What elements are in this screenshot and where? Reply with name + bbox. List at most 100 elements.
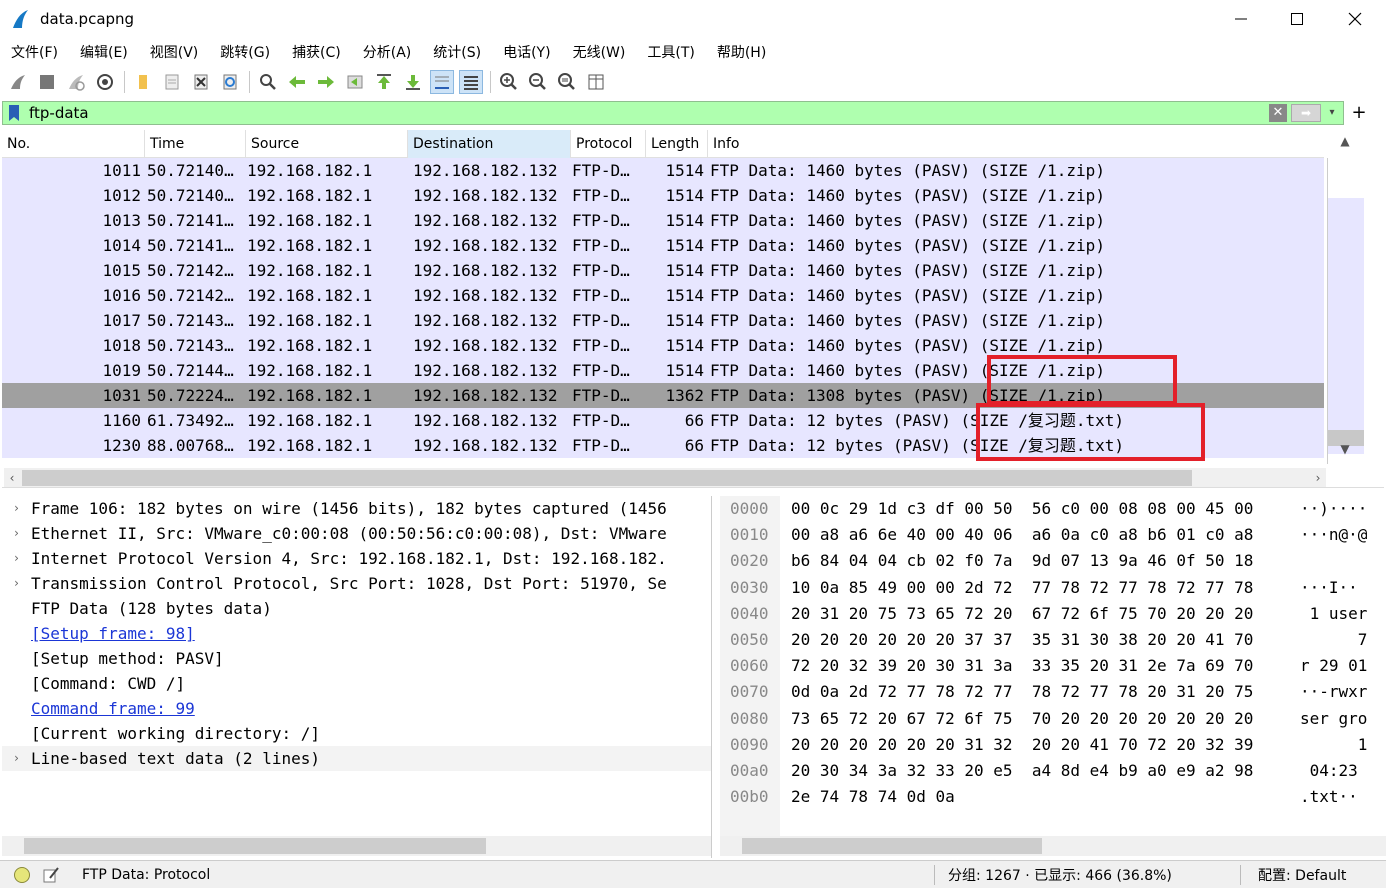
hex-row[interactable]: 00b0 2e 74 78 74 0d 0a .txt·· — [720, 784, 1380, 810]
hex-row[interactable]: 0010 00 a8 a6 6e 40 00 40 06 a6 0a c0 a8 … — [720, 522, 1380, 548]
hex-row[interactable]: 00a0 20 30 34 3a 32 33 20 e5 a4 8d e4 b9 … — [720, 758, 1380, 784]
stop-capture-button[interactable] — [35, 70, 59, 94]
maximize-button[interactable] — [1268, 0, 1326, 38]
expand-arrow-icon[interactable]: › — [2, 521, 31, 546]
column-header-source[interactable]: Source — [246, 130, 408, 158]
detail-row[interactable]: › Internet Protocol Version 4, Src: 192.1… — [2, 546, 711, 571]
packet-list-vscroll[interactable]: ▲ ▼ — [1326, 130, 1364, 466]
expand-arrow-icon[interactable]: › — [2, 546, 31, 571]
detail-row[interactable]: › Ethernet II, Src: VMware_c0:00:08 (00:5… — [2, 521, 711, 546]
go-forward-button[interactable] — [314, 70, 338, 94]
resize-columns-button[interactable] — [584, 70, 608, 94]
scroll-down-icon[interactable]: ▼ — [1326, 438, 1364, 460]
scroll-left-icon[interactable]: ‹ — [4, 468, 20, 487]
menu-telephony[interactable]: 电话(Y) — [492, 42, 561, 62]
menu-analyze[interactable]: 分析(A) — [352, 42, 423, 62]
autoscroll-button[interactable] — [430, 70, 454, 94]
detail-row[interactable]: Command frame: 99 — [2, 696, 711, 721]
packet-row[interactable]: 1014 50.72141… 192.168.182.1 192.168.182.13… — [2, 233, 1324, 258]
zoom-normal-button[interactable] — [555, 70, 579, 94]
restart-capture-button[interactable] — [64, 70, 88, 94]
go-back-button[interactable] — [285, 70, 309, 94]
close-button[interactable] — [1326, 0, 1384, 38]
menu-view[interactable]: 视图(V) — [139, 42, 210, 62]
hscroll-thumb[interactable] — [742, 838, 1042, 854]
apply-filter-button[interactable]: ➡ — [1291, 104, 1321, 122]
menu-capture[interactable]: 捕获(C) — [281, 42, 352, 62]
bytes-hscroll[interactable] — [720, 836, 1386, 856]
column-header-time[interactable]: Time — [145, 130, 246, 158]
edit-comment-icon[interactable] — [42, 866, 60, 884]
start-capture-button[interactable] — [6, 70, 30, 94]
file-button[interactable] — [160, 70, 184, 94]
column-header-info[interactable]: Info — [708, 130, 1324, 158]
reload-button[interactable] — [218, 70, 242, 94]
close-file-button[interactable] — [189, 70, 213, 94]
hex-row[interactable]: 0000 00 0c 29 1d c3 df 00 50 56 c0 00 08 … — [720, 496, 1380, 522]
packet-row[interactable]: 1013 50.72141… 192.168.182.1 192.168.182.13… — [2, 208, 1324, 233]
add-filter-button[interactable]: + — [1349, 101, 1369, 125]
scroll-up-icon[interactable]: ▲ — [1326, 130, 1364, 152]
hex-row[interactable]: 0060 72 20 32 39 20 30 31 3a 33 35 20 31 … — [720, 653, 1380, 679]
column-header-no[interactable]: No. — [2, 130, 145, 158]
hex-row[interactable]: 0090 20 20 20 20 20 20 31 32 20 20 41 70 … — [720, 732, 1380, 758]
find-packet-button[interactable] — [256, 70, 280, 94]
first-packet-button[interactable] — [372, 70, 396, 94]
detail-link[interactable]: Command frame: 99 — [31, 696, 195, 721]
column-header-protocol[interactable]: Protocol — [571, 130, 646, 158]
hscroll-thumb[interactable] — [24, 838, 486, 854]
packet-row[interactable]: 1017 50.72143… 192.168.182.1 192.168.182.13… — [2, 308, 1324, 333]
column-header-destination[interactable]: Destination — [408, 130, 571, 158]
detail-row[interactable]: › Frame 106: 182 bytes on wire (1456 bits… — [2, 496, 711, 521]
menu-go[interactable]: 跳转(G) — [209, 42, 281, 62]
detail-row[interactable]: [Command: CWD /] — [2, 671, 711, 696]
hex-row[interactable]: 0020 b6 84 04 04 cb 02 f0 7a 9d 07 13 9a … — [720, 548, 1380, 574]
detail-row[interactable]: FTP Data (128 bytes data) — [2, 596, 711, 621]
menu-statistics[interactable]: 统计(S) — [422, 42, 492, 62]
menu-help[interactable]: 帮助(H) — [706, 42, 777, 62]
hex-row[interactable]: 0040 20 31 20 75 73 65 72 20 67 72 6f 75 … — [720, 601, 1380, 627]
packet-row[interactable]: 1016 50.72142… 192.168.182.1 192.168.182.13… — [2, 283, 1324, 308]
packet-row[interactable]: 1011 50.72140… 192.168.182.1 192.168.182.13… — [2, 158, 1324, 183]
status-bar: FTP Data: Protocol 分组: 1267 · 已显示: 466 (… — [0, 860, 1386, 888]
capture-options-button[interactable] — [93, 70, 117, 94]
zoom-in-button[interactable] — [497, 70, 521, 94]
hex-row[interactable]: 0070 0d 0a 2d 72 77 78 72 77 78 72 77 78 … — [720, 679, 1380, 705]
menu-wireless[interactable]: 无线(W) — [562, 42, 637, 62]
open-file-button[interactable] — [131, 70, 155, 94]
menu-file[interactable]: 文件(F) — [0, 42, 69, 62]
detail-link[interactable]: [Setup frame: 98] — [31, 621, 195, 646]
scroll-right-icon[interactable]: › — [1310, 468, 1326, 487]
details-hscroll[interactable] — [2, 836, 711, 856]
packet-row[interactable]: 1015 50.72142… 192.168.182.1 192.168.182.13… — [2, 258, 1324, 283]
detail-row[interactable]: [Setup frame: 98] — [2, 621, 711, 646]
expert-info-icon[interactable] — [14, 866, 30, 883]
column-header-length[interactable]: Length — [646, 130, 708, 158]
display-filter-input[interactable] — [29, 104, 1229, 122]
detail-row[interactable]: [Current working directory: /] — [2, 721, 711, 746]
zoom-out-button[interactable] — [526, 70, 550, 94]
hex-row[interactable]: 0030 10 0a 85 49 00 00 2d 72 77 78 72 77 … — [720, 575, 1380, 601]
detail-row[interactable]: › Transmission Control Protocol, Src Port… — [2, 571, 711, 596]
last-packet-button[interactable] — [401, 70, 425, 94]
menu-tools[interactable]: 工具(T) — [636, 42, 705, 62]
packet-row[interactable]: 1012 50.72140… 192.168.182.1 192.168.182.13… — [2, 183, 1324, 208]
expand-arrow-icon[interactable]: › — [2, 571, 31, 596]
expand-arrow-icon[interactable]: › — [2, 496, 31, 521]
expand-arrow-icon[interactable]: › — [2, 746, 31, 771]
clear-filter-button[interactable]: ✕ — [1269, 104, 1287, 122]
hscroll-thumb[interactable] — [22, 470, 1192, 486]
hex-row[interactable]: 0080 73 65 72 20 67 72 6f 75 70 20 20 20 … — [720, 706, 1380, 732]
hex-row[interactable]: 0050 20 20 20 20 20 20 37 37 35 31 30 38 … — [720, 627, 1380, 653]
minimize-button[interactable] — [1212, 0, 1270, 38]
filter-history-dropdown[interactable]: ▾ — [1325, 104, 1339, 122]
colorize-button[interactable] — [459, 70, 483, 94]
detail-row[interactable]: › Line-based text data (2 lines) — [2, 746, 711, 771]
packet-list-hscroll[interactable]: ‹ › — [4, 468, 1326, 487]
detail-row[interactable]: [Setup method: PASV] — [2, 646, 711, 671]
go-to-packet-button[interactable] — [343, 70, 367, 94]
cell-dst: 192.168.182.132 — [413, 361, 558, 380]
profile-indicator[interactable]: 配置: Default — [1258, 865, 1346, 885]
bookmark-icon[interactable] — [7, 104, 21, 122]
menu-edit[interactable]: 编辑(E) — [69, 42, 139, 62]
